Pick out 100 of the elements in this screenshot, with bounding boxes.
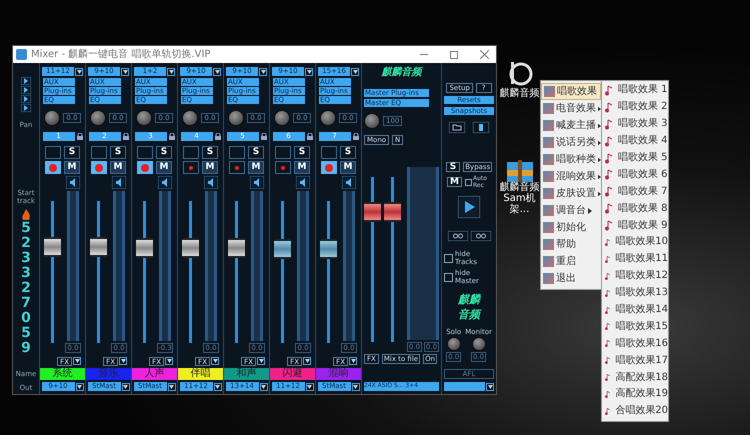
knob[interactable] — [320, 110, 336, 126]
submenu-item[interactable]: 高配效果19 — [602, 386, 668, 403]
speaker-icon[interactable] — [250, 176, 264, 189]
menu-item[interactable]: 帮助 — [541, 236, 601, 253]
folder-icon[interactable] — [449, 122, 465, 133]
record-button[interactable] — [183, 161, 199, 174]
submenu-item[interactable]: 唱歌效果16 — [602, 335, 668, 352]
channel-name[interactable]: 伴唱 — [178, 368, 223, 380]
channel-name[interactable]: 和声 — [224, 368, 269, 380]
menu-item[interactable]: 唱歌种类 — [541, 151, 601, 168]
menu-item[interactable]: 说话另类 — [541, 134, 601, 151]
record-button[interactable] — [229, 161, 245, 174]
submenu-item[interactable]: 唱歌效果 2 — [602, 98, 668, 116]
loop-icon[interactable] — [448, 231, 468, 241]
mute-button[interactable]: M — [248, 161, 264, 174]
menu-item[interactable]: 电音效果 — [541, 100, 601, 117]
fader-thumb[interactable] — [320, 239, 337, 260]
fader-thumb[interactable] — [274, 239, 291, 260]
fader-thumb[interactable] — [364, 202, 381, 222]
mute-button[interactable]: M — [340, 161, 356, 174]
fader-thumb[interactable] — [90, 236, 107, 256]
channel-name[interactable]: 人声 — [132, 368, 177, 380]
desktop-icon[interactable]: 麒麟音频 — [499, 58, 540, 99]
menu-item[interactable]: 初始化 — [541, 219, 601, 236]
submenu-item[interactable]: 唱歌效果 6 — [602, 166, 668, 184]
knob[interactable] — [446, 337, 461, 351]
submenu-item[interactable]: 唱歌效果 9 — [602, 217, 668, 234]
menu-item[interactable]: 混响效果 — [541, 168, 601, 185]
submenu-item[interactable]: 唱歌效果 7 — [602, 183, 668, 200]
expand-arrow-icon[interactable] — [21, 77, 31, 85]
knob[interactable] — [228, 110, 244, 126]
solo-button[interactable]: S — [294, 146, 310, 159]
solo-button[interactable]: S — [110, 146, 126, 159]
speaker-icon[interactable] — [296, 176, 310, 189]
submenu-item[interactable]: 唱歌效果10 — [602, 234, 668, 251]
solo-button[interactable]: S — [156, 146, 172, 159]
menu-item-label: 唱歌种类 — [556, 154, 596, 166]
maximize-icon[interactable] — [450, 50, 458, 58]
checkbox[interactable] — [444, 254, 453, 262]
submenu-item[interactable]: 唱歌效果 4 — [602, 132, 668, 150]
knob[interactable] — [472, 337, 486, 351]
solo-button[interactable]: S — [446, 162, 460, 172]
expand-arrow-icon[interactable] — [21, 95, 31, 103]
channel-name[interactable]: 系统 — [40, 368, 85, 380]
knob[interactable] — [274, 110, 290, 126]
submenu-item[interactable]: 唱歌效果17 — [602, 352, 668, 370]
menu-item[interactable]: 喊麦主播 — [541, 117, 601, 134]
submenu-item[interactable]: 合唱效果20 — [602, 402, 668, 420]
menu-item[interactable]: 退出 — [541, 270, 601, 287]
expand-arrow-icon[interactable] — [21, 104, 31, 112]
menu-item[interactable]: 调音台 — [541, 202, 601, 219]
mute-button[interactable]: M — [64, 161, 80, 174]
submenu-item[interactable]: 唱歌效果 8 — [602, 200, 668, 218]
menu-item[interactable]: 重启 — [541, 253, 601, 270]
solo-button[interactable]: S — [64, 146, 80, 159]
submenu-item[interactable]: 唱歌效果 5 — [602, 150, 668, 166]
caret-icon — [305, 68, 313, 76]
submenu-item[interactable]: 唱歌效果14 — [602, 302, 668, 318]
close-icon[interactable] — [480, 50, 489, 59]
submenu-item[interactable]: 唱歌效果13 — [602, 284, 668, 302]
knob[interactable] — [136, 110, 152, 126]
submenu-item[interactable]: 唱歌效果 3 — [602, 116, 668, 133]
fader-thumb[interactable] — [136, 238, 153, 258]
mute-button[interactable]: M — [447, 177, 462, 187]
solo-button[interactable]: S — [248, 146, 264, 159]
expand-arrow-icon[interactable] — [21, 86, 31, 94]
menu-item[interactable]: 皮肤设置 — [541, 185, 601, 202]
speaker-icon[interactable] — [66, 176, 80, 189]
checkbox[interactable] — [464, 178, 472, 186]
mute-button[interactable]: M — [110, 161, 126, 174]
solo-button[interactable]: S — [340, 146, 356, 159]
play-button[interactable] — [458, 196, 480, 218]
channel-name[interactable]: 闪避 — [270, 368, 315, 380]
speaker-icon[interactable] — [158, 176, 172, 189]
checkbox[interactable] — [444, 272, 453, 282]
submenu-item[interactable]: 高配效果18 — [602, 369, 668, 386]
solo-button[interactable]: S — [202, 146, 218, 159]
fader-thumb[interactable] — [44, 236, 61, 256]
knob[interactable] — [182, 110, 198, 126]
menu-item[interactable]: 唱歌效果 — [541, 83, 601, 100]
submenu-item[interactable]: 唱歌效果11 — [602, 250, 668, 268]
record-button[interactable] — [275, 161, 291, 174]
speaker-icon[interactable] — [342, 176, 356, 189]
submenu-item[interactable]: 唱歌效果 1 — [602, 82, 668, 99]
submenu-item[interactable]: 唱歌效果12 — [602, 268, 668, 285]
desktop-icon[interactable]: 麒麟音频 Sam机架... — [499, 160, 540, 215]
submenu-item[interactable]: 唱歌效果15 — [602, 318, 668, 336]
mute-button[interactable]: M — [294, 161, 310, 174]
speaker-icon[interactable] — [204, 176, 218, 189]
knob[interactable] — [90, 110, 106, 126]
fader-thumb[interactable] — [228, 238, 245, 258]
caret-icon — [349, 357, 357, 365]
loop-icon[interactable] — [470, 231, 490, 241]
mute-button[interactable]: M — [156, 161, 172, 174]
knob[interactable] — [364, 113, 380, 129]
fader-thumb[interactable] — [182, 238, 199, 258]
mute-button[interactable]: M — [202, 161, 218, 174]
fader-thumb[interactable] — [384, 202, 402, 222]
knob[interactable] — [44, 110, 60, 126]
speaker-icon[interactable] — [112, 176, 126, 189]
